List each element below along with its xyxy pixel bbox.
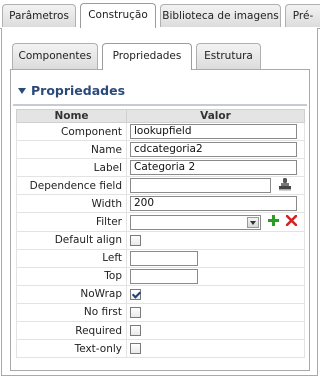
property-row-nowrap: NoWrap [16, 284, 305, 304]
required-checkbox[interactable] [130, 325, 141, 337]
add-icon[interactable] [268, 215, 280, 229]
nowrap-checkbox[interactable] [130, 288, 141, 300]
property-row-left: Left [16, 248, 305, 268]
column-header-name: Nome [16, 109, 127, 123]
label-field[interactable]: Categoria 2 [130, 160, 297, 176]
sub-tab-bar: Componentes Propriedades Estrutura [10, 43, 310, 70]
property-row-no-first: No first [16, 302, 305, 323]
property-row-top: Top [16, 266, 305, 286]
width-field[interactable]: 200 [130, 196, 297, 212]
name-field[interactable]: cdcategoria2 [130, 142, 297, 158]
collapse-arrow-icon[interactable] [18, 88, 26, 94]
property-row-component: Component lookupfield [16, 121, 305, 142]
property-label: No first [16, 302, 127, 323]
property-label: Default align [16, 230, 127, 250]
property-label: Dependence field [16, 176, 127, 196]
property-label: Left [16, 248, 127, 268]
tab-propriedades[interactable]: Propriedades [102, 43, 192, 70]
text-only-checkbox[interactable] [130, 343, 141, 355]
tab-estrutura[interactable]: Estrutura [196, 43, 261, 69]
property-row-filter: Filter [16, 212, 305, 232]
top-field[interactable] [130, 268, 198, 284]
tab-componentes[interactable]: Componentes [12, 43, 98, 69]
property-row-default-align: Default align [16, 230, 305, 250]
filter-select[interactable] [130, 214, 261, 230]
main-tab-bar: Parâmetros Construção Biblioteca de imag… [0, 0, 320, 29]
left-field[interactable] [130, 250, 198, 266]
tab-parametros[interactable]: Parâmetros [2, 4, 76, 27]
remove-icon[interactable] [285, 214, 297, 229]
property-label: Component [16, 121, 127, 142]
property-row-dependence-field: Dependence field [16, 176, 305, 196]
table-header-row: Nome Valor [16, 109, 305, 123]
property-label: Required [16, 321, 127, 341]
stamp-icon[interactable] [278, 177, 292, 194]
section-header[interactable]: Propriedades [13, 80, 307, 106]
column-header-value: Valor [126, 109, 305, 123]
component-field[interactable]: lookupfield [130, 124, 297, 140]
property-row-required: Required [16, 321, 305, 341]
tab-biblioteca-imagens[interactable]: Biblioteca de imagens [160, 4, 281, 27]
property-row-name: Name cdcategoria2 [16, 140, 305, 160]
no-first-checkbox[interactable] [130, 306, 141, 318]
property-row-text-only: Text-only [16, 339, 305, 359]
property-label: Top [16, 266, 127, 286]
chevron-down-icon[interactable] [247, 216, 259, 228]
property-label: Text-only [16, 339, 127, 359]
section-title: Propriedades [31, 83, 126, 98]
property-label: NoWrap [16, 284, 127, 304]
tab-construcao[interactable]: Construção [80, 3, 156, 28]
property-row-label: Label Categoria 2 [16, 158, 305, 178]
property-label: Width [16, 194, 127, 214]
dependence-field-input[interactable] [130, 178, 271, 194]
default-align-checkbox[interactable] [130, 234, 141, 246]
property-label: Filter [16, 212, 127, 232]
properties-panel: Propriedades Nome Valor Component lookup… [10, 69, 310, 371]
property-label: Label [16, 158, 127, 178]
property-row-width: Width 200 [16, 194, 305, 214]
tab-pre[interactable]: Pré- [285, 4, 320, 27]
property-label: Name [16, 140, 127, 160]
properties-table: Nome Valor Component lookupfield Name cd… [16, 109, 305, 359]
